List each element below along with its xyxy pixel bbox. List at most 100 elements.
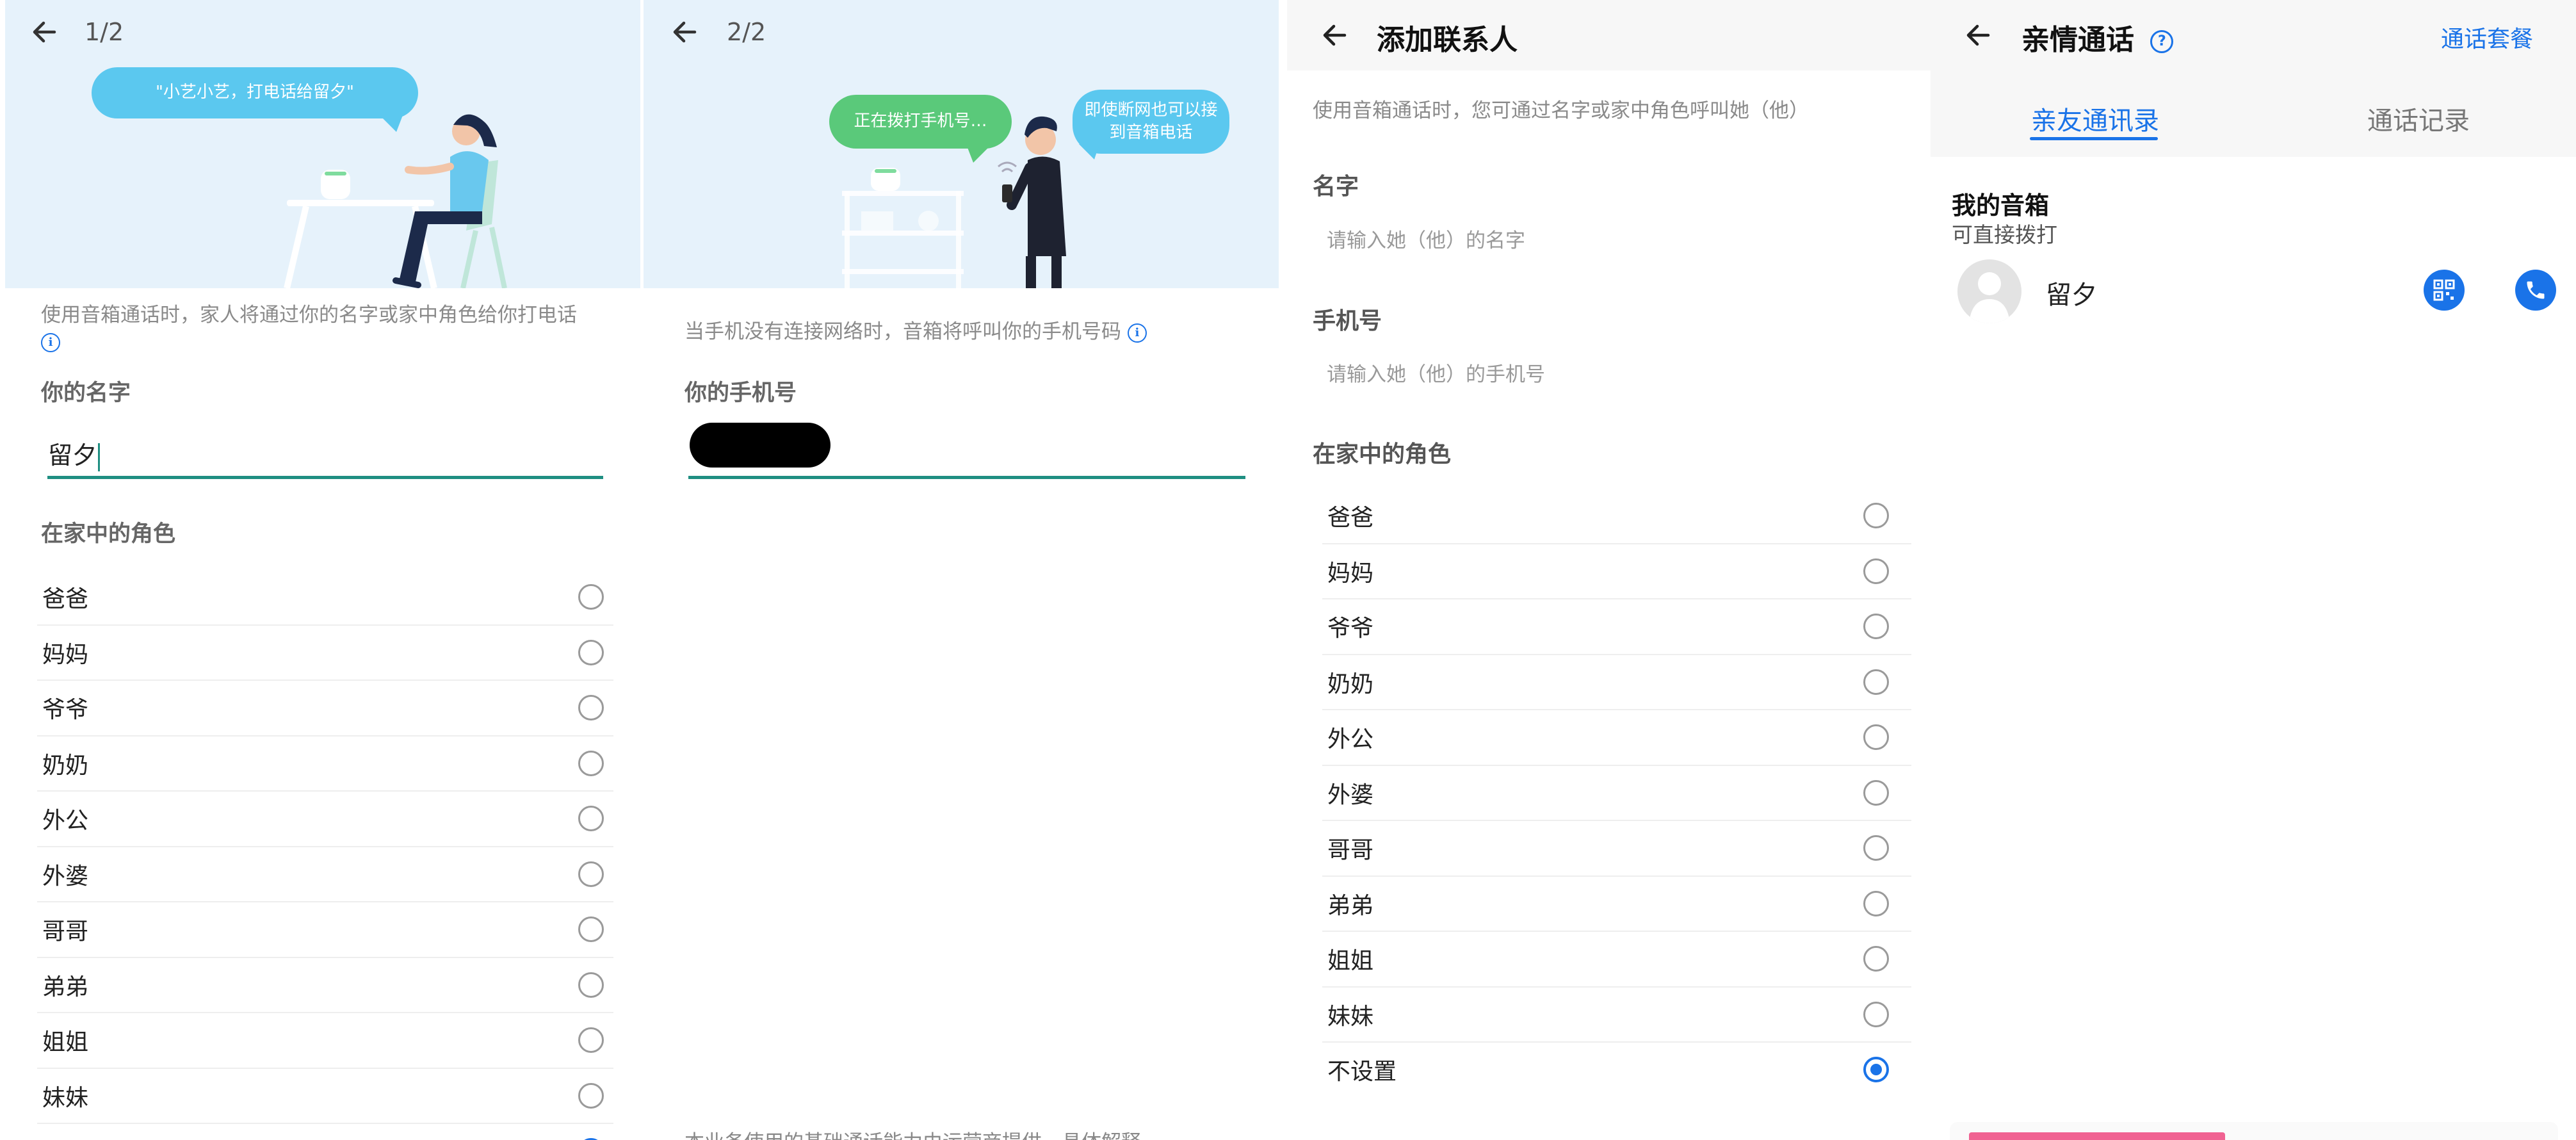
role-option-label: 哥哥 — [1327, 837, 1374, 864]
role-option[interactable]: 外公 — [1322, 710, 1911, 766]
role-option[interactable]: 妈妈 — [37, 626, 613, 681]
role-option-label: 姐姐 — [42, 1029, 89, 1056]
avatar — [1957, 259, 2021, 323]
arrow-left-icon — [1323, 24, 1347, 46]
role-option-label: 妈妈 — [1327, 560, 1374, 587]
role-option[interactable]: 奶奶 — [1322, 655, 1911, 710]
phone-input[interactable] — [688, 476, 1245, 479]
role-list: 爸爸妈妈爷爷奶奶外公外婆哥哥弟弟姐姐妹妹不设置 — [1322, 489, 1911, 1097]
info-icon[interactable]: i — [1127, 323, 1147, 343]
role-label: 在家中的角色 — [1313, 441, 1452, 468]
radio-button[interactable] — [1863, 724, 1889, 751]
role-option[interactable]: 爸爸 — [1322, 489, 1911, 544]
role-option[interactable]: 妹妹 — [1322, 988, 1911, 1043]
role-list: 爸爸妈妈爷爷奶奶外公外婆哥哥弟弟姐姐妹妹不设置 — [37, 570, 613, 1140]
radio-button[interactable] — [578, 972, 604, 998]
phone-label: 手机号 — [1313, 308, 1382, 334]
radio-button[interactable] — [1863, 890, 1889, 916]
panel-your-phone: 正在拨打手机号… 即使断网也可以接到音箱电话 2/2 当手机没有连接网络时，音箱… — [644, 0, 1287, 1140]
radio-button[interactable] — [1863, 669, 1889, 695]
role-option[interactable]: 爷爷 — [37, 681, 613, 737]
role-option[interactable]: 不设置 — [1322, 1043, 1911, 1097]
name-label: 名字 — [1313, 174, 1359, 200]
description: 使用音箱通话时，家人将通过你的名字或家中角色给你打电话 i — [41, 302, 617, 356]
text-cursor — [98, 443, 101, 471]
arrow-left-icon — [673, 21, 697, 43]
role-option[interactable]: 妹妹 — [37, 1069, 613, 1124]
dialing-bubble: 正在拨打手机号… — [829, 95, 1012, 149]
role-option-label: 爸爸 — [42, 586, 89, 613]
radio-button[interactable] — [578, 584, 604, 610]
radio-button[interactable] — [578, 916, 604, 943]
bubble-tail — [380, 115, 403, 132]
radio-button[interactable] — [578, 639, 604, 665]
help-icon[interactable]: ? — [2150, 30, 2174, 53]
back-button[interactable] — [1313, 13, 1357, 58]
info-icon[interactable]: i — [41, 333, 60, 353]
name-input[interactable]: 请输入她（他）的名字 — [1327, 224, 1525, 253]
back-button[interactable] — [1956, 13, 2001, 58]
back-button[interactable] — [663, 10, 708, 54]
description: 当手机没有连接网络时，音箱将呼叫你的手机号码 i — [685, 319, 1274, 346]
role-option[interactable]: 不设置 — [37, 1124, 613, 1140]
contact-name: 留夕 — [2046, 281, 2097, 310]
role-option[interactable]: 外婆 — [1322, 766, 1911, 821]
step-indicator: 2/2 — [727, 18, 766, 46]
radio-button[interactable] — [578, 695, 604, 721]
role-option-label: 姐姐 — [1327, 948, 1374, 975]
name-label: 你的名字 — [41, 380, 131, 406]
role-option-label: 外公 — [42, 808, 89, 835]
role-option-label: 外婆 — [1327, 781, 1374, 808]
role-option[interactable]: 姐姐 — [37, 1013, 613, 1069]
tab-call-history[interactable]: 通话记录 — [2367, 100, 2470, 137]
qr-code-button[interactable] — [2424, 270, 2465, 311]
role-option[interactable]: 奶奶 — [37, 737, 613, 792]
radio-button[interactable] — [578, 806, 604, 832]
role-option[interactable]: 姐姐 — [1322, 932, 1911, 988]
tab-contacts[interactable]: 亲友通讯录 — [2031, 100, 2159, 137]
role-option[interactable]: 弟弟 — [1322, 877, 1911, 932]
voice-command-bubble: "小艺小艺，打电话给留夕" — [92, 67, 418, 118]
role-option[interactable]: 弟弟 — [37, 958, 613, 1013]
role-option-label: 弟弟 — [42, 973, 89, 1000]
promo-banner[interactable] — [1969, 1132, 2225, 1140]
radio-button[interactable] — [578, 1027, 604, 1054]
role-option[interactable]: 妈妈 — [1322, 544, 1911, 599]
role-option-label: 爷爷 — [42, 697, 89, 724]
role-option[interactable]: 爷爷 — [1322, 599, 1911, 655]
name-input[interactable]: 留夕 — [48, 436, 101, 471]
call-plan-link[interactable]: 通话套餐 — [2441, 20, 2533, 54]
role-option-label: 奶奶 — [42, 752, 89, 779]
back-button[interactable] — [22, 10, 67, 54]
role-option-label: 妹妹 — [1327, 1003, 1374, 1030]
radio-button[interactable] — [578, 1082, 604, 1109]
radio-button[interactable] — [578, 861, 604, 887]
phone-icon — [2527, 281, 2545, 299]
radio-button[interactable] — [1863, 1057, 1889, 1083]
role-option[interactable]: 外婆 — [37, 847, 613, 902]
role-option[interactable]: 哥哥 — [37, 902, 613, 958]
page-title-text: 亲情通话 — [2021, 24, 2134, 56]
call-button[interactable] — [2515, 270, 2556, 311]
active-tab-indicator — [2030, 137, 2158, 140]
bubble-tail — [967, 146, 990, 163]
role-option[interactable]: 外公 — [37, 792, 613, 847]
radio-button[interactable] — [1863, 614, 1889, 640]
role-option[interactable]: 哥哥 — [1322, 821, 1911, 877]
radio-button[interactable] — [1863, 779, 1889, 806]
radio-button[interactable] — [578, 750, 604, 776]
role-label: 在家中的角色 — [41, 521, 176, 547]
role-option-label: 爸爸 — [1327, 505, 1374, 532]
description-text: 使用音箱通话时，家人将通过你的名字或家中角色给你打电话 — [41, 304, 577, 327]
role-option-label: 弟弟 — [1327, 892, 1374, 919]
radio-button[interactable] — [1863, 503, 1889, 529]
radio-button[interactable] — [1863, 835, 1889, 861]
section-title: 我的音箱 — [1952, 191, 2050, 220]
radio-button[interactable] — [1863, 1001, 1889, 1027]
radio-button[interactable] — [1863, 558, 1889, 584]
panel-add-contact: 添加联系人 使用音箱通话时，您可通过名字或家中角色呼叫她（他） 名字 请输入她（… — [1287, 0, 1931, 1140]
role-option[interactable]: 爸爸 — [37, 570, 613, 626]
phone-input[interactable]: 请输入她（他）的手机号 — [1327, 358, 1545, 387]
role-option-label: 爷爷 — [1327, 615, 1374, 642]
radio-button[interactable] — [1863, 946, 1889, 972]
